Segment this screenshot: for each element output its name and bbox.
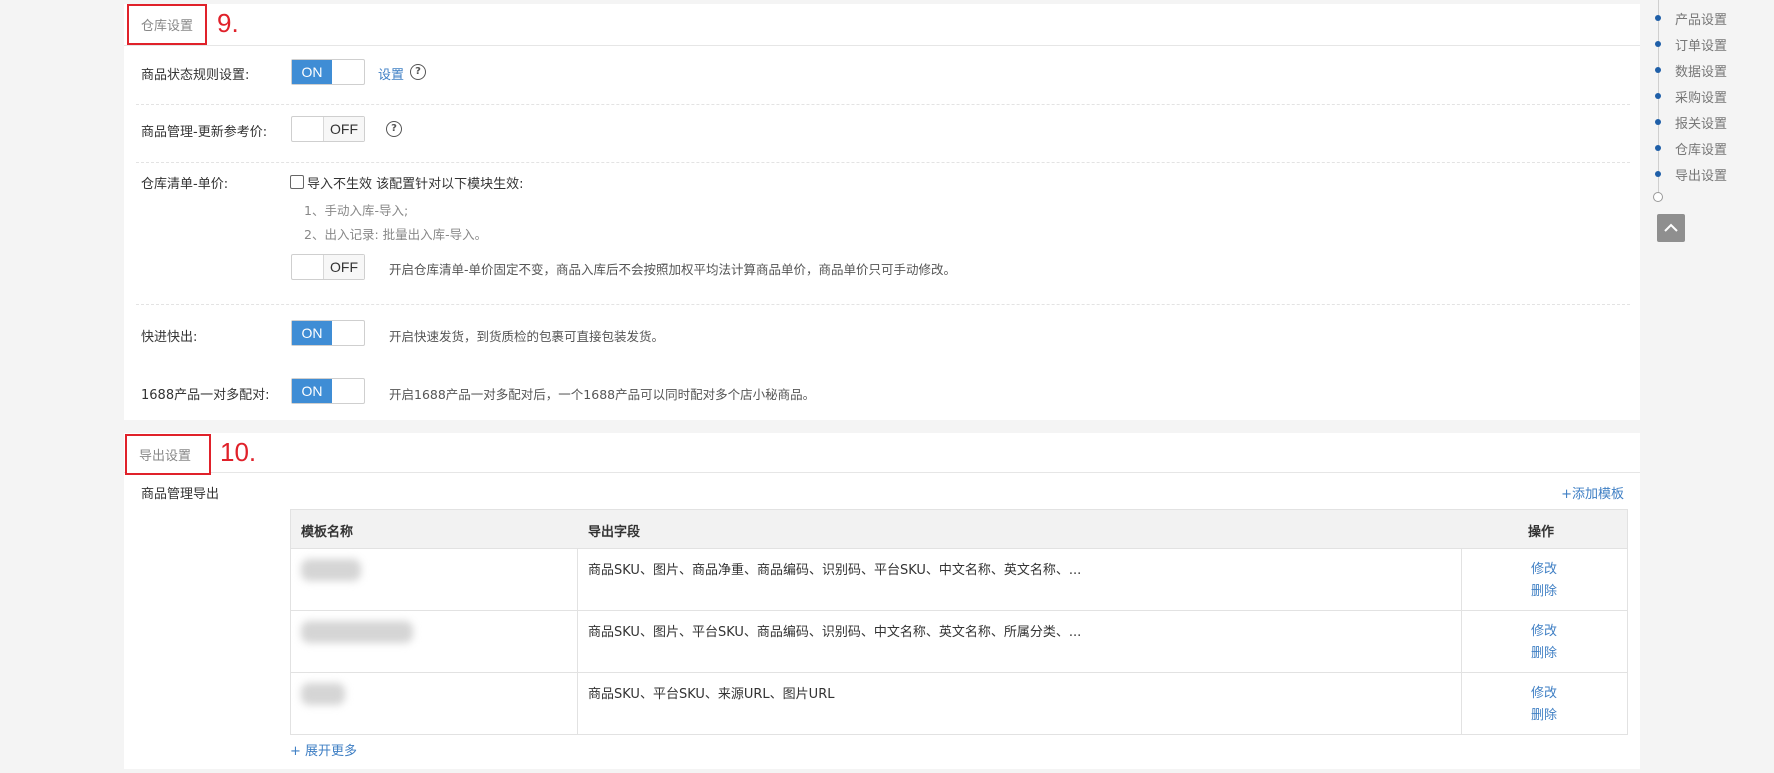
column-operations: 操作 xyxy=(1528,525,1555,540)
table-header: 模板名称 导出字段 操作 xyxy=(291,510,1627,549)
unit-price-toggle[interactable]: OFF xyxy=(291,254,365,280)
ref-price-label: 商品管理-更新参考价: xyxy=(141,125,268,140)
edit-link[interactable]: 修改 xyxy=(1531,682,1557,701)
match-1688-label: 1688产品一对多配对: xyxy=(141,388,270,403)
divider xyxy=(136,304,1630,305)
annotation-number: 9. xyxy=(217,8,239,38)
status-rule-settings-link[interactable]: 设置 xyxy=(378,64,404,83)
template-name-redacted xyxy=(301,683,345,705)
help-icon[interactable]: ? xyxy=(410,64,426,80)
column-template-name: 模板名称 xyxy=(301,525,354,540)
product-export-title: 商品管理导出 xyxy=(141,487,220,502)
delete-link[interactable]: 删除 xyxy=(1531,580,1557,599)
section-header: 导出设置 10. xyxy=(124,433,1640,475)
ref-price-toggle[interactable]: OFF xyxy=(291,116,365,142)
nav-end-marker xyxy=(1653,192,1663,202)
section-header: 仓库设置 9. xyxy=(124,4,1640,46)
chevron-up-icon xyxy=(1664,223,1678,232)
export-fields: 商品SKU、图片、商品净重、商品编码、识别码、平台SKU、中文名称、英文名称、.… xyxy=(588,563,1082,578)
edit-link[interactable]: 修改 xyxy=(1531,558,1557,577)
divider xyxy=(136,104,1630,105)
module-note: 1、手动入库-导入; xyxy=(304,203,409,218)
warehouse-settings-tab[interactable]: 仓库设置 xyxy=(127,4,208,45)
annotation-number: 10. xyxy=(220,437,257,467)
warehouse-settings-panel: 仓库设置 9. 商品状态规则设置: ON 设置 ? 商品管理-更新参考价: OF… xyxy=(124,4,1640,420)
fast-in-out-toggle[interactable]: ON xyxy=(291,320,365,346)
export-fields: 商品SKU、图片、平台SKU、商品编码、识别码、中文名称、英文名称、所属分类、.… xyxy=(588,625,1082,640)
expand-more-link[interactable]: + 展开更多 xyxy=(290,740,357,759)
unit-price-description: 开启仓库清单-单价固定不变，商品入库后不会按照加权平均法计算商品单价，商品单价只… xyxy=(389,262,957,277)
import-disabled-checkbox[interactable] xyxy=(290,175,304,189)
settings-anchor-nav: 产品设置 订单设置 数据设置 采购设置 报关设置 仓库设置 导出设置 xyxy=(1651,0,1774,773)
edit-link[interactable]: 修改 xyxy=(1531,620,1557,639)
export-settings-panel: 导出设置 10. 商品管理导出 +添加模板 模板名称 导出字段 操作 商品SKU… xyxy=(124,433,1640,769)
table-row: 商品SKU、平台SKU、来源URL、图片URL 修改 删除 xyxy=(291,673,1627,734)
add-template-button[interactable]: +添加模板 xyxy=(1561,483,1624,502)
match-1688-description: 开启1688产品一对多配对后，一个1688产品可以同时配对多个店小秘商品。 xyxy=(389,387,816,402)
template-name-redacted xyxy=(301,559,361,581)
fast-in-out-label: 快进快出: xyxy=(141,330,198,345)
checkbox-label: 导入不生效 该配置针对以下模块生效: xyxy=(307,177,524,192)
fast-in-out-description: 开启快速发货，到货质检的包裹可直接包装发货。 xyxy=(389,329,665,344)
back-to-top-button[interactable] xyxy=(1657,214,1685,242)
module-note: 2、出入记录: 批量出入库-导入。 xyxy=(304,227,488,242)
match-1688-toggle[interactable]: ON xyxy=(291,378,365,404)
template-name-redacted xyxy=(301,621,413,643)
unit-price-label: 仓库清单-单价: xyxy=(141,177,229,192)
export-settings-tab[interactable]: 导出设置 xyxy=(125,434,211,475)
table-row: 商品SKU、图片、平台SKU、商品编码、识别码、中文名称、英文名称、所属分类、.… xyxy=(291,611,1627,673)
status-rule-toggle[interactable]: ON xyxy=(291,59,365,85)
export-fields: 商品SKU、平台SKU、来源URL、图片URL xyxy=(588,687,835,702)
delete-link[interactable]: 删除 xyxy=(1531,704,1557,723)
help-icon[interactable]: ? xyxy=(386,121,402,137)
table-row: 商品SKU、图片、商品净重、商品编码、识别码、平台SKU、中文名称、英文名称、.… xyxy=(291,549,1627,611)
divider xyxy=(136,162,1630,163)
status-rule-label: 商品状态规则设置: xyxy=(141,68,250,83)
export-template-table: 模板名称 导出字段 操作 商品SKU、图片、商品净重、商品编码、识别码、平台SK… xyxy=(290,509,1628,735)
delete-link[interactable]: 删除 xyxy=(1531,642,1557,661)
column-export-fields: 导出字段 xyxy=(588,525,641,540)
